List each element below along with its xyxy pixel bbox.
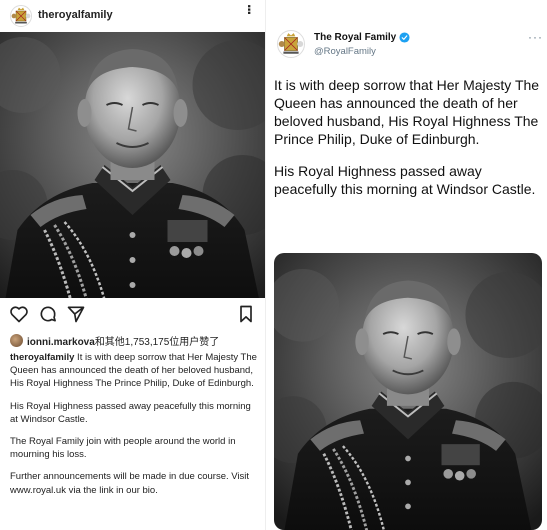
heart-icon[interactable] bbox=[9, 304, 29, 324]
post-photo[interactable] bbox=[0, 32, 265, 298]
bookmark-icon[interactable] bbox=[237, 304, 255, 324]
caption-paragraph: theroyalfamily It is with deep sorrow th… bbox=[10, 351, 260, 391]
post-actions bbox=[0, 302, 265, 326]
tweet-paragraph: His Royal Highness passed away peacefull… bbox=[274, 163, 536, 197]
caption-paragraph: The Royal Family join with people around… bbox=[10, 436, 236, 461]
share-icon[interactable] bbox=[66, 304, 86, 324]
more-horizontal-icon[interactable]: ··· bbox=[528, 30, 543, 44]
instagram-post: theroyalfamily ··· ionni.markova和其他1,753… bbox=[0, 0, 265, 530]
likes-row[interactable]: ionni.markova和其他1,753,175位用户赞了 bbox=[10, 332, 265, 348]
caption-paragraph: Further announcements will be made in du… bbox=[10, 471, 250, 496]
profile-avatar[interactable] bbox=[10, 5, 32, 27]
verified-badge-icon bbox=[399, 32, 410, 43]
royal-crest-icon bbox=[278, 32, 304, 55]
profile-avatar[interactable] bbox=[277, 30, 305, 58]
tweet-paragraph: It is with deep sorrow that Her Majesty … bbox=[274, 77, 540, 147]
tweet-text: It is with deep sorrow that Her Majesty … bbox=[274, 76, 544, 212]
comment-icon[interactable] bbox=[38, 304, 58, 324]
post-username[interactable]: theroyalfamily bbox=[38, 9, 113, 21]
twitter-tweet: The Royal Family @RoyalFamily ··· It is … bbox=[265, 0, 547, 530]
more-vertical-icon[interactable]: ··· bbox=[240, 4, 257, 14]
post-caption: theroyalfamily It is with deep sorrow th… bbox=[10, 351, 260, 506]
likes-count-text: 和其他1,753,175位用户赞了 bbox=[94, 336, 220, 348]
tweet-header: The Royal Family @RoyalFamily ··· bbox=[266, 0, 547, 70]
display-name-text: The Royal Family bbox=[314, 32, 397, 43]
liker-username[interactable]: ionni.markova bbox=[27, 337, 95, 348]
likes-text: ionni.markova和其他1,753,175位用户赞了 bbox=[27, 333, 219, 348]
post-header: theroyalfamily ··· bbox=[0, 0, 265, 32]
royal-crest-icon bbox=[11, 7, 31, 24]
caption-paragraph: His Royal Highness passed away peacefull… bbox=[10, 400, 251, 425]
tweet-photo[interactable] bbox=[274, 253, 542, 530]
display-name[interactable]: The Royal Family bbox=[314, 32, 410, 43]
liker-avatar bbox=[10, 333, 23, 347]
handle[interactable]: @RoyalFamily bbox=[314, 46, 376, 57]
caption-username[interactable]: theroyalfamily bbox=[10, 352, 74, 363]
